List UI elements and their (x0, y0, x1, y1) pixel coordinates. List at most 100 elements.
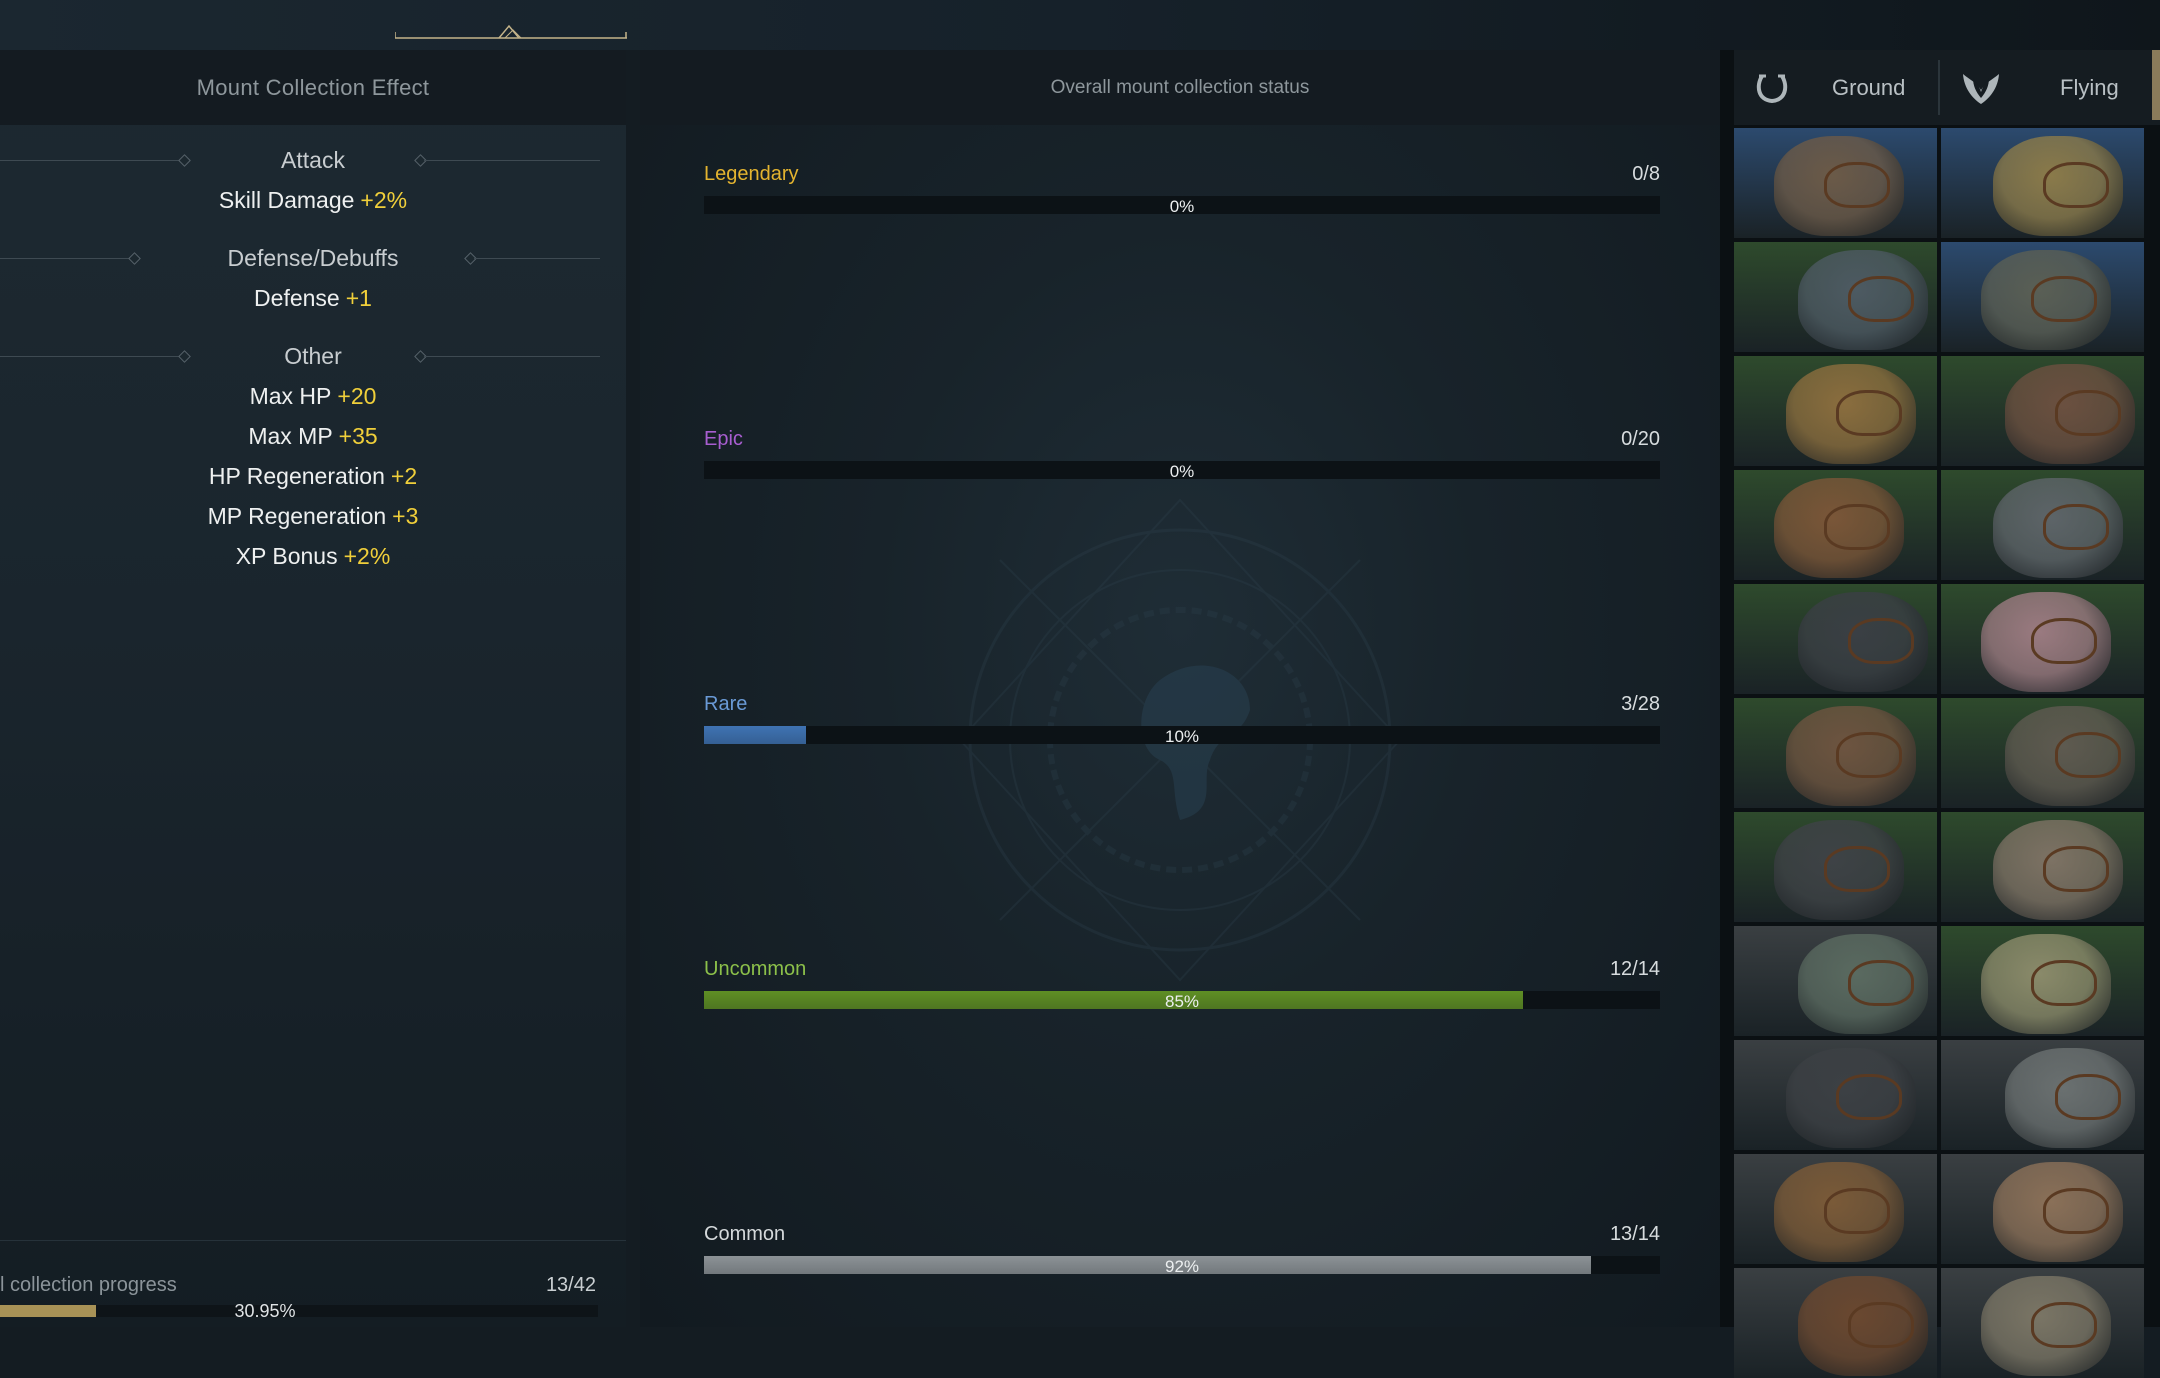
rarity-count: 0/8 (1632, 163, 1660, 185)
mount-thumbnail[interactable] (1734, 1154, 1937, 1264)
tab-ground-label: Ground (1832, 74, 1906, 100)
effect-row: MP Regeneration +3 (0, 496, 626, 536)
mount-thumbnail[interactable] (1941, 242, 2144, 352)
rarity-name: Rare (704, 693, 748, 715)
mount-harness (1836, 732, 1902, 778)
mount-harness (1824, 162, 1890, 208)
mount-thumbnail[interactable] (1941, 1040, 2144, 1150)
mount-thumbnail[interactable] (1734, 926, 1937, 1036)
rarity-name: Epic (704, 428, 743, 450)
mount-thumbnail[interactable] (1941, 128, 2144, 238)
mount-harness (1824, 846, 1890, 892)
mount-harness (1836, 390, 1902, 436)
effect-section-title: Attack (281, 146, 345, 173)
mount-thumbnail[interactable] (1734, 698, 1937, 808)
header-rule-right (424, 356, 600, 357)
mount-thumbnail[interactable] (1734, 1268, 1937, 1378)
effect-row: Max MP +35 (0, 416, 626, 456)
rarity-percent: 85% (1164, 992, 1200, 1011)
mount-harness (2055, 732, 2121, 778)
mount-harness (1848, 1302, 1914, 1348)
mount-harness (2043, 504, 2109, 550)
effect-section-header: Defense/Debuffs (0, 238, 626, 278)
mount-harness (1824, 504, 1890, 550)
rarity-count: 13/14 (1609, 1223, 1660, 1245)
effect-name: Max MP (248, 422, 333, 449)
mount-harness (2043, 1188, 2109, 1234)
tab-flying-label: Flying (2060, 74, 2119, 100)
status-panel-title: Overall mount collection status (640, 50, 1720, 125)
effect-value: +2 (390, 462, 418, 489)
active-tab-ornament (395, 24, 627, 39)
header-rule-left (0, 160, 180, 161)
mount-thumbnail[interactable] (1941, 584, 2144, 694)
effect-value: +2% (360, 186, 408, 213)
header-diamond-left (178, 350, 191, 363)
mount-harness (1848, 960, 1914, 1006)
mount-thumbnail[interactable] (1734, 470, 1937, 580)
header-diamond-left (128, 252, 141, 265)
rarity-count: 3/28 (1621, 693, 1660, 715)
effect-value: +1 (345, 284, 372, 311)
mount-thumbnail[interactable] (1941, 698, 2144, 808)
mount-harness (2031, 618, 2097, 664)
mount-thumbnail[interactable] (1734, 812, 1937, 922)
mount-thumbnail[interactable] (1734, 1040, 1937, 1150)
progress-divider (0, 1240, 626, 1241)
rarity-name: Common (704, 1223, 786, 1245)
mount-thumbnail[interactable] (1941, 1268, 2144, 1378)
effect-value: +2% (343, 542, 391, 569)
mount-grid (1734, 128, 2146, 1378)
progress-percent: 30.95% (234, 1301, 296, 1321)
tab-flying[interactable]: Flying (1942, 50, 2140, 125)
rarity-percent: 0% (1169, 462, 1195, 481)
rarity-percent: 0% (1169, 197, 1195, 216)
mount-harness (2055, 1074, 2121, 1120)
effect-list: Attack Skill Damage +2% Defense/Debuffs Defe… (0, 140, 626, 576)
rarity-name: Legendary (704, 163, 799, 185)
mount-harness (1848, 618, 1914, 664)
mount-thumbnail[interactable] (1941, 926, 2144, 1036)
mount-thumbnail[interactable] (1734, 128, 1937, 238)
tabs-scroll-handle[interactable] (2152, 50, 2160, 120)
mount-harness (1836, 1074, 1902, 1120)
mount-harness (1848, 276, 1914, 322)
effect-section-title: Other (284, 342, 342, 369)
effect-name: HP Regeneration (208, 462, 385, 489)
mount-thumbnail[interactable] (1734, 356, 1937, 466)
header-rule-left (0, 356, 180, 357)
tab-divider (1938, 60, 1940, 115)
effect-row: XP Bonus +2% (0, 536, 626, 576)
collection-status-panel: Overall mount collection status Legendar… (640, 50, 1720, 1327)
effect-value: +20 (337, 382, 377, 409)
mount-thumbnail[interactable] (1941, 470, 2144, 580)
top-strip (0, 0, 2160, 50)
header-diamond-left (178, 154, 191, 167)
mount-harness (2055, 390, 2121, 436)
effect-value: +35 (338, 422, 378, 449)
mount-thumbnail[interactable] (1941, 356, 2144, 466)
header-rule-right (474, 258, 600, 259)
rarity-percent: 10% (1164, 727, 1200, 746)
mount-type-tabs: Ground Flying (1734, 50, 2160, 125)
effect-row: Max HP +20 (0, 376, 626, 416)
effect-section-title: Defense/Debuffs (227, 244, 399, 271)
effect-row: Defense +1 (0, 278, 626, 318)
rarity-percent: 92% (1164, 1257, 1200, 1276)
effect-section-header: Attack (0, 140, 626, 180)
effect-name: Skill Damage (218, 186, 355, 213)
mount-thumbnail[interactable] (1734, 584, 1937, 694)
progress-count: 13/42 (545, 1274, 596, 1296)
rarity-count: 0/20 (1621, 428, 1660, 450)
mount-harness (1824, 1188, 1890, 1234)
rarity-count: 12/14 (1609, 958, 1660, 980)
mount-thumbnail[interactable] (1734, 242, 1937, 352)
tab-ground[interactable]: Ground (1734, 50, 1938, 125)
mount-thumbnail[interactable] (1941, 812, 2144, 922)
collection-progress: l collection progress 13/42 30.95% (0, 1240, 626, 1330)
effect-name: Max HP (249, 382, 332, 409)
mount-thumbnail[interactable] (1941, 1154, 2144, 1264)
mount-harness (2031, 276, 2097, 322)
progress-label: l collection progress (0, 1274, 177, 1296)
mount-harness (2031, 1302, 2097, 1348)
